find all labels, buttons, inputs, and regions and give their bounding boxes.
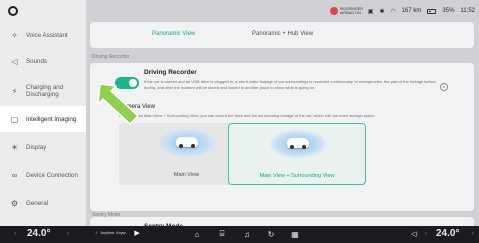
brightness-icon: ☀ — [10, 142, 19, 152]
temp-right-decrease-icon[interactable]: ‹ — [425, 231, 427, 237]
link-icon: ∞ — [11, 170, 18, 180]
gear-icon: ⚙ — [10, 198, 19, 208]
airbag-text: PASSENGER AIRBAG ON — [339, 7, 364, 15]
music-widget[interactable]: ♪ Anytime, Anyw.. ▶ — [95, 229, 140, 237]
sidebar-item-sounds[interactable]: ◁ Sounds — [0, 48, 86, 74]
sidebar-item-label: Charging and Discharging — [26, 84, 64, 98]
sidebar-item-display[interactable]: ☀ Display — [0, 134, 86, 160]
car-icon — [176, 137, 198, 148]
car-icon — [287, 138, 309, 149]
play-icon[interactable]: ▶ — [134, 229, 139, 237]
speaker-icon: ◁ — [11, 56, 18, 66]
home-icon[interactable]: ⌂ — [192, 229, 202, 239]
sidebar-item-intelligent-imaging[interactable]: ▢ Intelligent Imaging — [0, 106, 86, 132]
sidebar-item-label: Device Connection — [26, 171, 78, 179]
tab-panoramic-view[interactable]: Panoramic View — [152, 31, 195, 37]
bluetooth-icon: ✱ — [379, 8, 385, 15]
info-icon[interactable]: ▸ — [440, 83, 448, 91]
tab-panoramic-hub-view[interactable]: Panoramic + Hub View — [252, 31, 313, 37]
driving-recorder-title: Driving Recorder — [144, 69, 197, 76]
temp-left-decrease-icon[interactable]: ‹ — [14, 231, 16, 237]
temp-right-increase-icon[interactable]: › — [472, 231, 474, 237]
airbag-indicator: PASSENGER AIRBAG ON — [329, 7, 364, 15]
music-note-icon: ♪ — [95, 230, 98, 236]
volume-icon[interactable]: ◁∙ — [411, 230, 418, 238]
apps-icon[interactable]: ▦ — [290, 229, 300, 239]
sidebar: ✧ Voice Assistant ◁ Sounds ⚡ Charging an… — [0, 0, 86, 226]
battery-percent: 35% — [442, 8, 455, 14]
sidebar-item-charging[interactable]: ⚡ Charging and Discharging — [0, 78, 86, 104]
music-icon[interactable]: ♫ — [242, 229, 252, 239]
camera-icon: ▢ — [10, 114, 19, 124]
wifi-icon: ◠ — [390, 8, 396, 15]
clock: 11:52 — [460, 8, 475, 14]
car-dock-icon[interactable]: ⌸ — [217, 229, 227, 239]
sidebar-item-device-connection[interactable]: ∞ Device Connection — [0, 162, 86, 188]
voice-icon: ✧ — [11, 30, 18, 40]
sidebar-item-voice-assistant[interactable]: ✧ Voice Assistant — [0, 22, 86, 48]
range-value: 167 km — [401, 8, 422, 14]
sidebar-item-label: General — [26, 199, 49, 207]
camera-coverage-image — [270, 130, 326, 158]
status-bar: PASSENGER AIRBAG ON ▣ ✱ ◠ 167 km 35% 11:… — [329, 4, 475, 18]
logo-icon — [8, 6, 18, 16]
360-view-icon[interactable]: ↻ — [266, 229, 276, 239]
option-label: Main View + Surrounding View — [259, 173, 335, 179]
sidebar-item-label: Voice Assistant — [26, 31, 68, 39]
temp-left-increase-icon[interactable]: › — [67, 231, 69, 237]
music-title: Anytime, Anyw.. — [100, 230, 128, 235]
camera-coverage-image — [159, 129, 215, 157]
airbag-icon — [329, 7, 338, 15]
battery-icon — [427, 8, 437, 14]
sidebar-item-label: Sounds — [26, 57, 47, 65]
temperature-right[interactable]: 24.0° — [436, 228, 459, 239]
driving-recorder-description: If the car is started and an USB drive i… — [144, 79, 437, 90]
pointer-arrow-icon — [97, 83, 139, 125]
temperature-left[interactable]: 24.0° — [27, 228, 50, 239]
option-main-surrounding-view[interactable]: Main View + Surrounding View — [228, 123, 366, 185]
section-label-driving-recorder: Driving Recorder — [92, 54, 130, 60]
camera-view-description: If you choose Main View + Surrounding Vi… — [119, 113, 376, 118]
camera-status-icon: ▣ — [367, 8, 374, 15]
bottom-dock: ‹ 24.0° › ♪ Anytime, Anyw.. ▶ ⌂ ⌸ ♫ ↻ ▦ … — [0, 226, 479, 243]
sidebar-item-label: Display — [26, 143, 47, 151]
sidebar-item-label: Intelligent Imaging — [26, 115, 77, 123]
charging-icon: ⚡ — [11, 86, 18, 96]
view-tabs: Panoramic View Panoramic + Hub View — [90, 22, 474, 48]
driving-recorder-panel: Driving Recorder If the car is started a… — [90, 63, 474, 211]
sidebar-item-general[interactable]: ⚙ General — [0, 190, 86, 216]
settings-content: Panoramic View Panoramic + Hub View Driv… — [90, 20, 479, 243]
